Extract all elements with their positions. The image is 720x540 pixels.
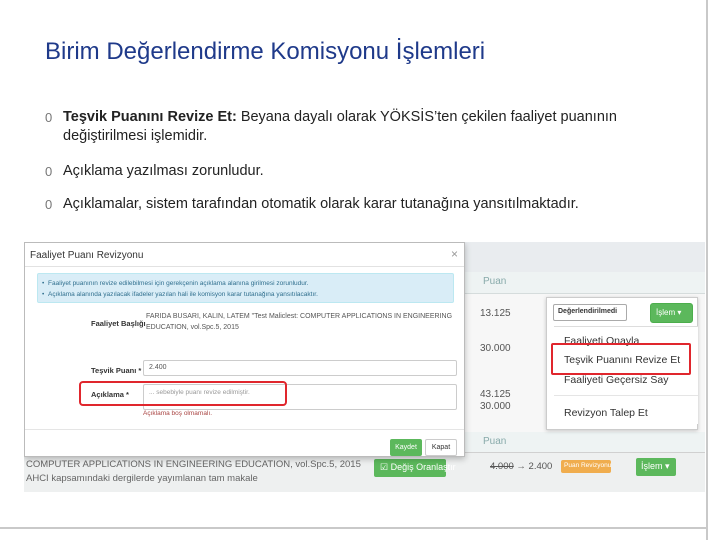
modal-header: Faaliyet Puanı Revizyonu × [25,243,464,267]
menu-item-invalidate[interactable]: Faaliyeti Geçersiz Say [564,374,668,386]
score-input[interactable]: 2.400 [143,360,457,376]
bullet-3: 0 Açıklamalar, sistem tarafından otomati… [45,195,685,214]
highlight-box [79,381,287,406]
background-table-header-2: Puan [465,432,705,452]
score-cell: 30.000 [480,343,511,354]
row-action-button[interactable]: İşlem ▾ [636,458,676,476]
activity-label: Faaliyet Başlığı [91,319,146,328]
score-cell: 13.125 [480,308,511,319]
revision-modal: Faaliyet Puanı Revizyonu × Faaliyet puan… [24,242,465,457]
slide-border-bottom [0,527,708,529]
change-ratio-button[interactable]: ☑ Değiş Oranlaştır [374,459,456,477]
alert-line: Açıklama alanında yazılacak ifadeler yaz… [42,291,318,298]
menu-divider [554,395,698,396]
save-button[interactable]: Kaydet [390,439,422,456]
slide-title: Birim Değerlendirme Komisyonu İşlemleri [45,38,486,65]
activity-value-line2: EDUCATION, vol.Spc.5, 2015 [146,324,239,331]
modal-footer-divider [25,429,464,430]
action-dropdown-button[interactable]: İşlem ▾ [650,303,693,323]
description-error: Açıklama boş olmamalı. [143,410,212,417]
bullet-text: Açıklamalar, sistem tarafından otomatik … [63,196,579,212]
bullet-marker: 0 [45,164,53,179]
column-header: Puan [483,276,507,287]
bullet-2: 0 Açıklama yazılması zorunludur. [45,162,685,181]
score-label: Teşvik Puanı * [91,366,142,375]
background-table-header: Puan [465,272,705,294]
bullet-strong: Teşvik Puanını Revize Et: [63,109,237,125]
info-alert: Faaliyet puanının revize edilebilmesi iç… [37,273,454,303]
modal-title: Faaliyet Puanı Revizyonu [30,250,144,261]
bullet-marker: 0 [45,110,53,125]
highlight-box-menu [551,343,691,375]
screenshot: Puan 13.125 30.000 43.125 30.000 ai Puan… [24,242,705,492]
alert-line: Faaliyet puanının revize edilebilmesi iç… [42,280,308,287]
old-score: 4.000 [490,461,514,472]
score-cell: 43.125 [480,389,511,400]
status-badge: Puan Revizyonu [561,460,611,473]
score-cell: 30.000 [480,401,511,412]
bullet-text: Açıklama yazılması zorunludur. [63,163,264,179]
new-score: → 2.400 [516,461,553,472]
close-icon[interactable]: × [451,247,458,261]
slide-border-right [706,0,708,540]
bullet-1: 0 Teşvik Puanını Revize Et: Beyana dayal… [45,108,685,146]
column-header: Puan [483,436,507,447]
action-menu: Faaliyeti Onayla Teşvik Puanını Revize E… [554,326,698,424]
menu-item-request-revision[interactable]: Revizyon Talep Et [564,407,648,419]
score-change: 4.000 → 2.400 [490,461,552,472]
row-title: COMPUTER APPLICATIONS IN ENGINEERING EDU… [26,459,361,470]
bullet-marker: 0 [45,197,53,212]
close-button[interactable]: Kapat [425,439,457,456]
status-button[interactable]: Değerlendirilmedi [553,304,627,321]
row-subtitle: AHCI kapsamındaki dergilerde yayımlanan … [26,473,258,484]
activity-value-line1: FARIDA BUSARI, KALIN, LATEM "Test Malicl… [146,313,453,320]
